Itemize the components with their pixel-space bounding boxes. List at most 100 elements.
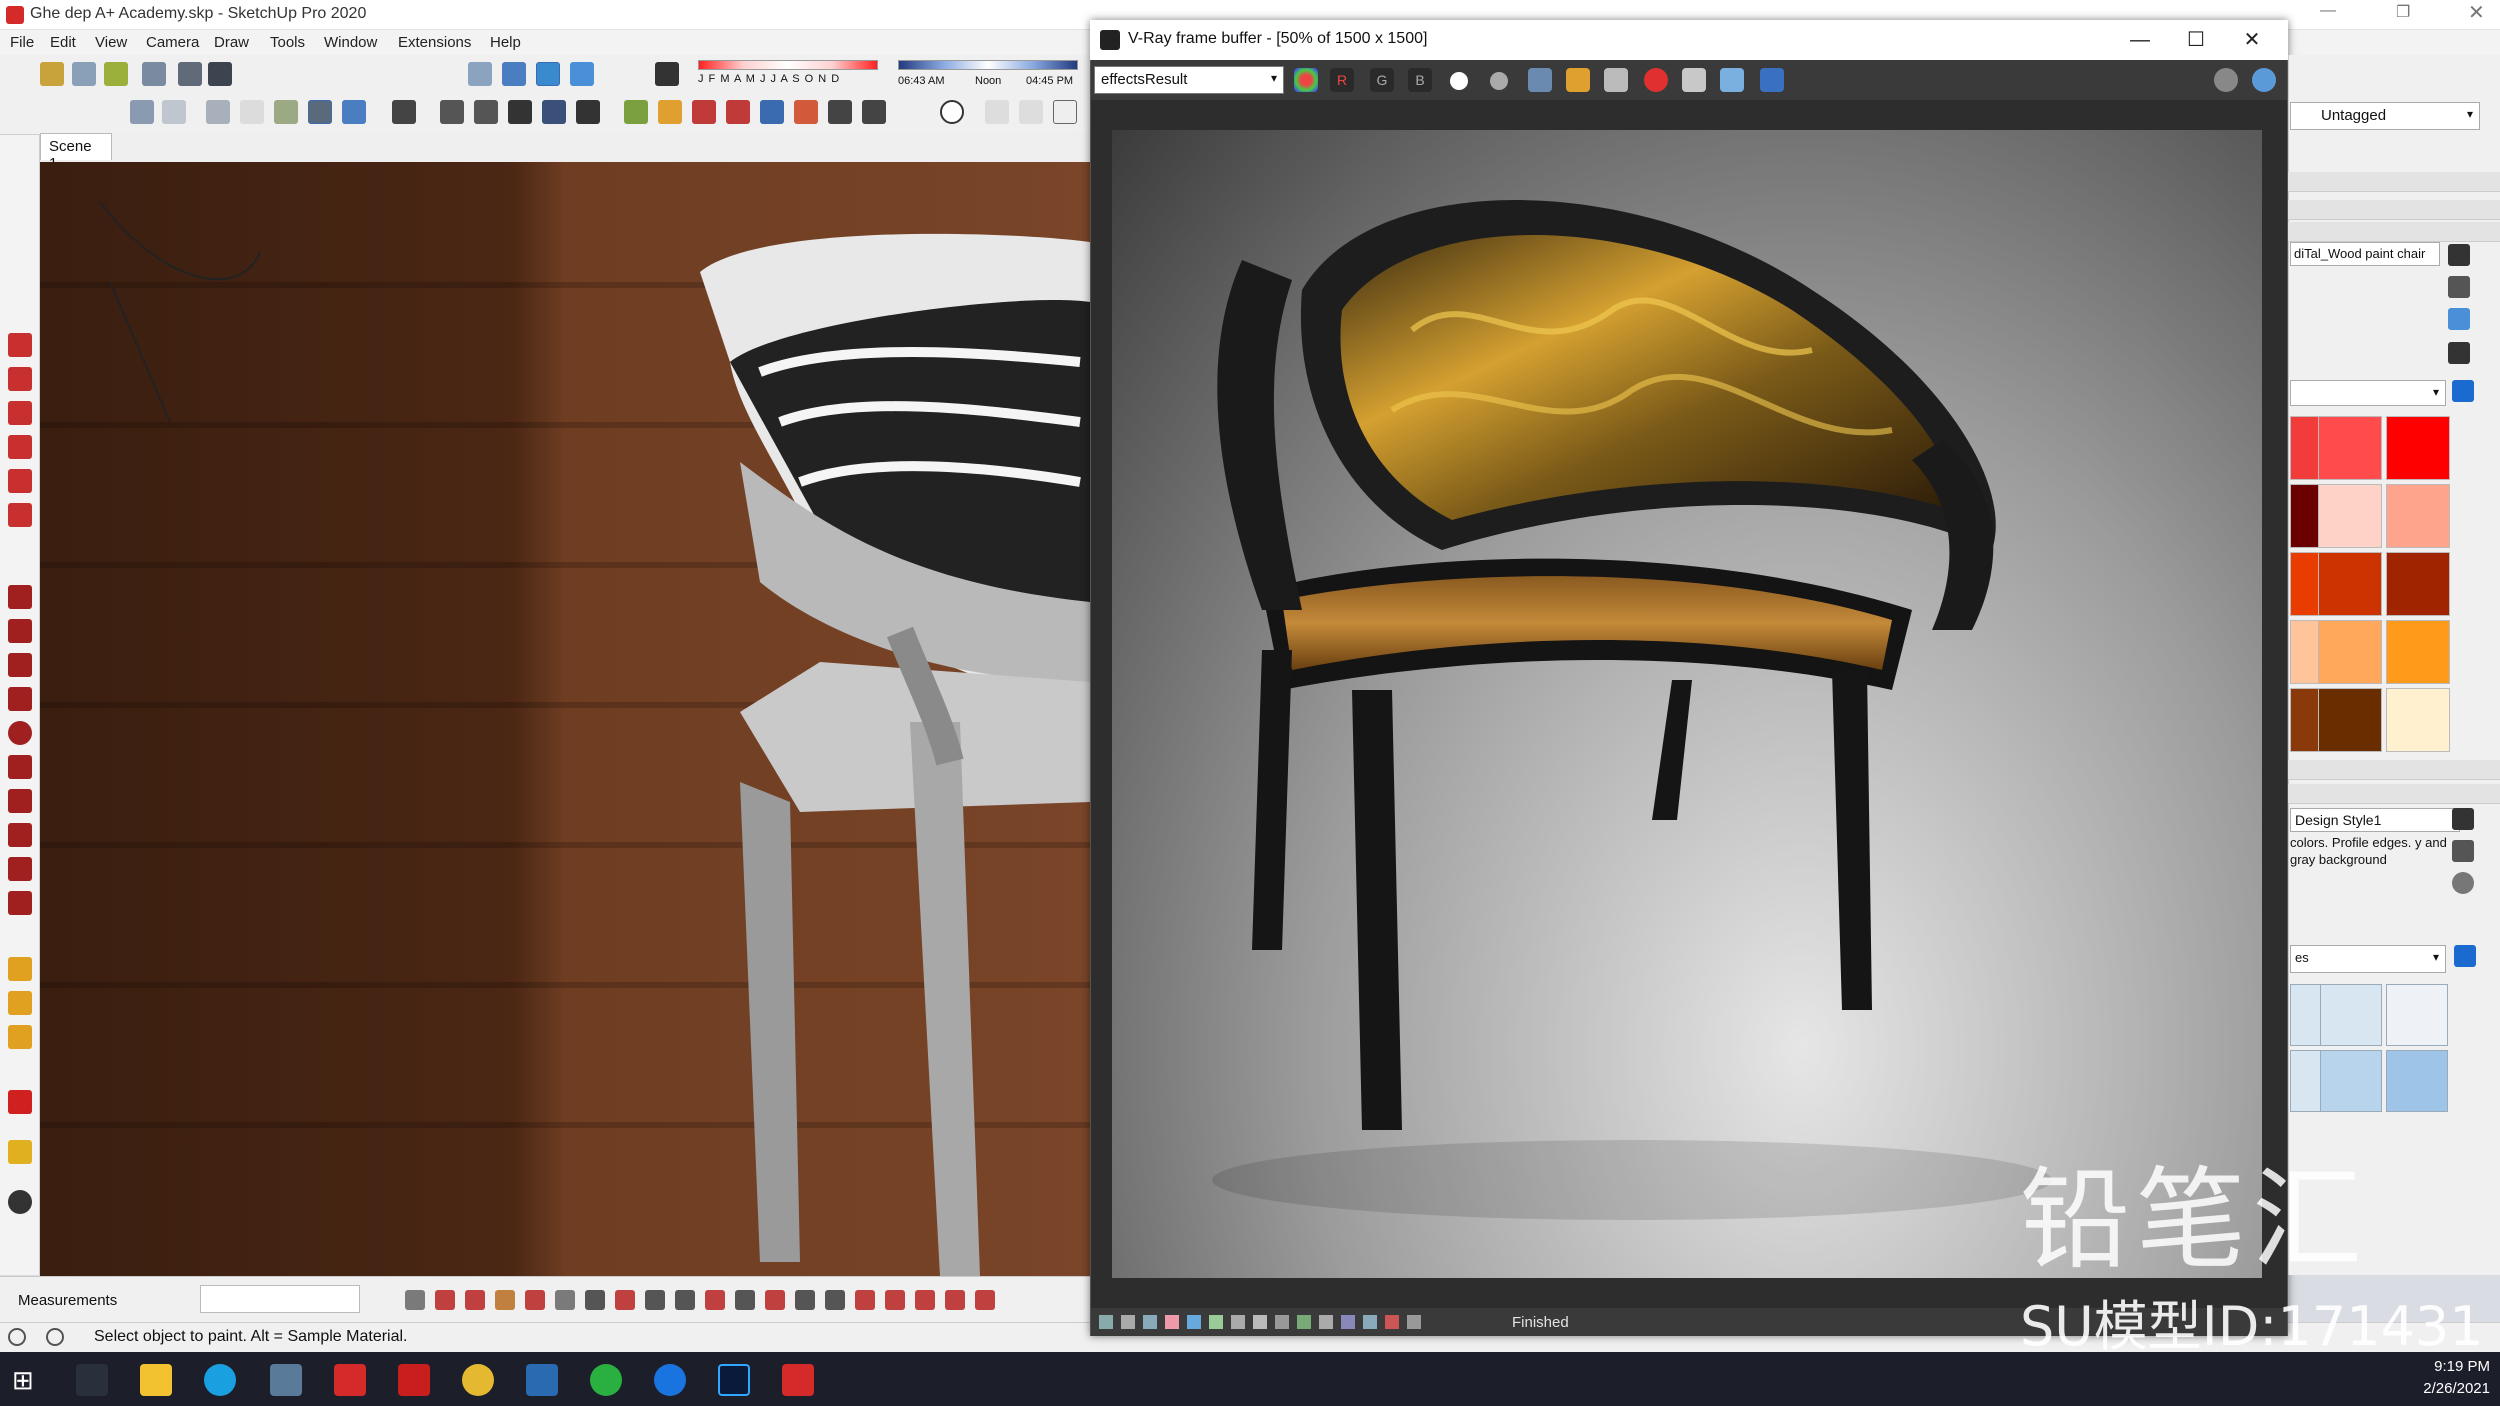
tool-icon[interactable] — [615, 1290, 635, 1310]
pixel-aspect-icon[interactable] — [1407, 1315, 1421, 1329]
su-restore-button[interactable]: ❐ — [2396, 2, 2410, 22]
zalo-icon[interactable] — [654, 1364, 686, 1396]
sketchup-active-icon[interactable] — [782, 1364, 814, 1396]
xray-style-icon[interactable] — [130, 100, 154, 124]
section-plane-icon[interactable] — [392, 100, 416, 124]
month-slider[interactable] — [698, 60, 878, 70]
style-thumbnail[interactable] — [2320, 1050, 2382, 1112]
tool-icon[interactable] — [405, 1290, 425, 1310]
su-close-button[interactable]: ✕ — [2468, 0, 2485, 25]
red-channel-button[interactable]: R — [1330, 68, 1354, 92]
line-icon[interactable] — [8, 585, 32, 609]
create-style-icon[interactable] — [2452, 808, 2474, 830]
create-material-icon[interactable] — [2448, 244, 2470, 266]
hiddenline-style-icon[interactable] — [240, 100, 264, 124]
tool-icon[interactable] — [915, 1290, 935, 1310]
material-name-field[interactable]: diTal_Wood paint chair — [2290, 242, 2440, 266]
material-swatch[interactable] — [2386, 484, 2450, 548]
scale-icon[interactable] — [8, 469, 32, 493]
chrome-icon[interactable] — [462, 1364, 494, 1396]
menu-extensions[interactable]: Extensions — [398, 34, 471, 51]
tool-icon[interactable] — [975, 1290, 995, 1310]
correction-icon[interactable] — [1209, 1315, 1223, 1329]
material-swatch[interactable] — [2318, 484, 2382, 548]
tray-header[interactable] — [2288, 760, 2500, 780]
material-swatch[interactable] — [2318, 416, 2382, 480]
tool-icon[interactable] — [645, 1290, 665, 1310]
paint-bucket-icon[interactable] — [8, 957, 32, 981]
lut-icon[interactable] — [1297, 1315, 1311, 1329]
materials-icon[interactable] — [8, 1025, 32, 1049]
circle-icon[interactable] — [8, 721, 32, 745]
track-mouse-icon[interactable] — [1720, 68, 1744, 92]
ocio-icon[interactable] — [1319, 1315, 1333, 1329]
menu-tools[interactable]: Tools — [270, 34, 305, 51]
exposure-icon[interactable] — [1275, 1315, 1289, 1329]
rotate-icon[interactable] — [8, 401, 32, 425]
pushpull-icon[interactable] — [8, 367, 32, 391]
checkmark-icon[interactable] — [940, 100, 964, 124]
material-swatch[interactable] — [2386, 688, 2450, 752]
white-alpha-icon[interactable] — [1450, 72, 1468, 90]
pencil-tool-icon[interactable] — [104, 62, 128, 86]
render-options-icon[interactable] — [2214, 68, 2238, 92]
menu-edit[interactable]: Edit — [50, 34, 76, 51]
color-channels-icon[interactable] — [1294, 68, 1318, 92]
tool-icon[interactable] — [435, 1290, 455, 1310]
tray-header-styles[interactable] — [2288, 784, 2500, 804]
material-swatch[interactable] — [2318, 620, 2382, 684]
polygon-icon[interactable] — [8, 755, 32, 779]
ruby-console-icon[interactable] — [8, 1190, 32, 1214]
menu-view[interactable]: View — [95, 34, 127, 51]
vray-region-icon[interactable] — [542, 100, 566, 124]
vray-dome-light-icon[interactable] — [794, 100, 818, 124]
hflip-icon[interactable] — [1385, 1315, 1399, 1329]
material-swatch[interactable] — [2386, 552, 2450, 616]
tool-icon[interactable] — [525, 1290, 545, 1310]
render-icon[interactable] — [2252, 68, 2276, 92]
refresh-style-icon[interactable] — [2452, 872, 2474, 894]
shaded-style-icon[interactable] — [274, 100, 298, 124]
axes-tool-icon[interactable] — [178, 62, 202, 86]
material-swatch[interactable] — [2386, 620, 2450, 684]
tool-icon[interactable] — [855, 1290, 875, 1310]
lens-effects-icon[interactable] — [1165, 1315, 1179, 1329]
update-style-icon[interactable] — [2452, 840, 2474, 862]
alpha-icon[interactable] — [1490, 72, 1508, 90]
vray-rect-light-icon[interactable] — [692, 100, 716, 124]
tool-icon[interactable] — [585, 1290, 605, 1310]
lasso-tool-icon[interactable] — [72, 62, 96, 86]
tool-icon[interactable] — [705, 1290, 725, 1310]
component-tool-icon[interactable] — [502, 62, 526, 86]
vray-light-icon[interactable] — [624, 100, 648, 124]
sketchup-taskbar-icon[interactable] — [334, 1364, 366, 1396]
vray-omni-light-icon[interactable] — [726, 100, 750, 124]
srgb-icon[interactable] — [1341, 1315, 1355, 1329]
style-thumbnail[interactable] — [2320, 984, 2382, 1046]
warehouse-icon[interactable] — [8, 1090, 32, 1114]
measurements-input[interactable] — [200, 1285, 360, 1313]
compare-icon[interactable] — [1121, 1315, 1135, 1329]
curves-icon[interactable] — [1253, 1315, 1267, 1329]
tool-icon[interactable] — [675, 1290, 695, 1310]
credits-icon[interactable] — [46, 1328, 64, 1346]
history-icon[interactable] — [1099, 1315, 1113, 1329]
details-arrow-icon[interactable] — [2452, 380, 2474, 402]
vfb-settings-icon[interactable] — [1760, 68, 1784, 92]
view-top-icon[interactable] — [570, 62, 594, 86]
textured-style-icon[interactable] — [308, 100, 332, 124]
sketchup-viewport[interactable] — [40, 162, 1090, 1276]
geo-location-icon[interactable] — [8, 1328, 26, 1346]
move-tool-icon[interactable] — [468, 62, 492, 86]
style-details-icon[interactable] — [2454, 945, 2476, 967]
start-button-icon[interactable]: ⊞ — [12, 1364, 44, 1396]
green-channel-button[interactable]: G — [1370, 68, 1394, 92]
wireframe-style-icon[interactable] — [206, 100, 230, 124]
view-iso-icon[interactable] — [536, 62, 560, 86]
offset-icon[interactable] — [8, 503, 32, 527]
levels-icon[interactable] — [1231, 1315, 1245, 1329]
person-tool-icon[interactable] — [208, 62, 232, 86]
tool-icon[interactable] — [735, 1290, 755, 1310]
style-name-field[interactable]: Design Style1 — [2290, 808, 2460, 832]
extension-warehouse-icon[interactable] — [8, 1140, 32, 1164]
